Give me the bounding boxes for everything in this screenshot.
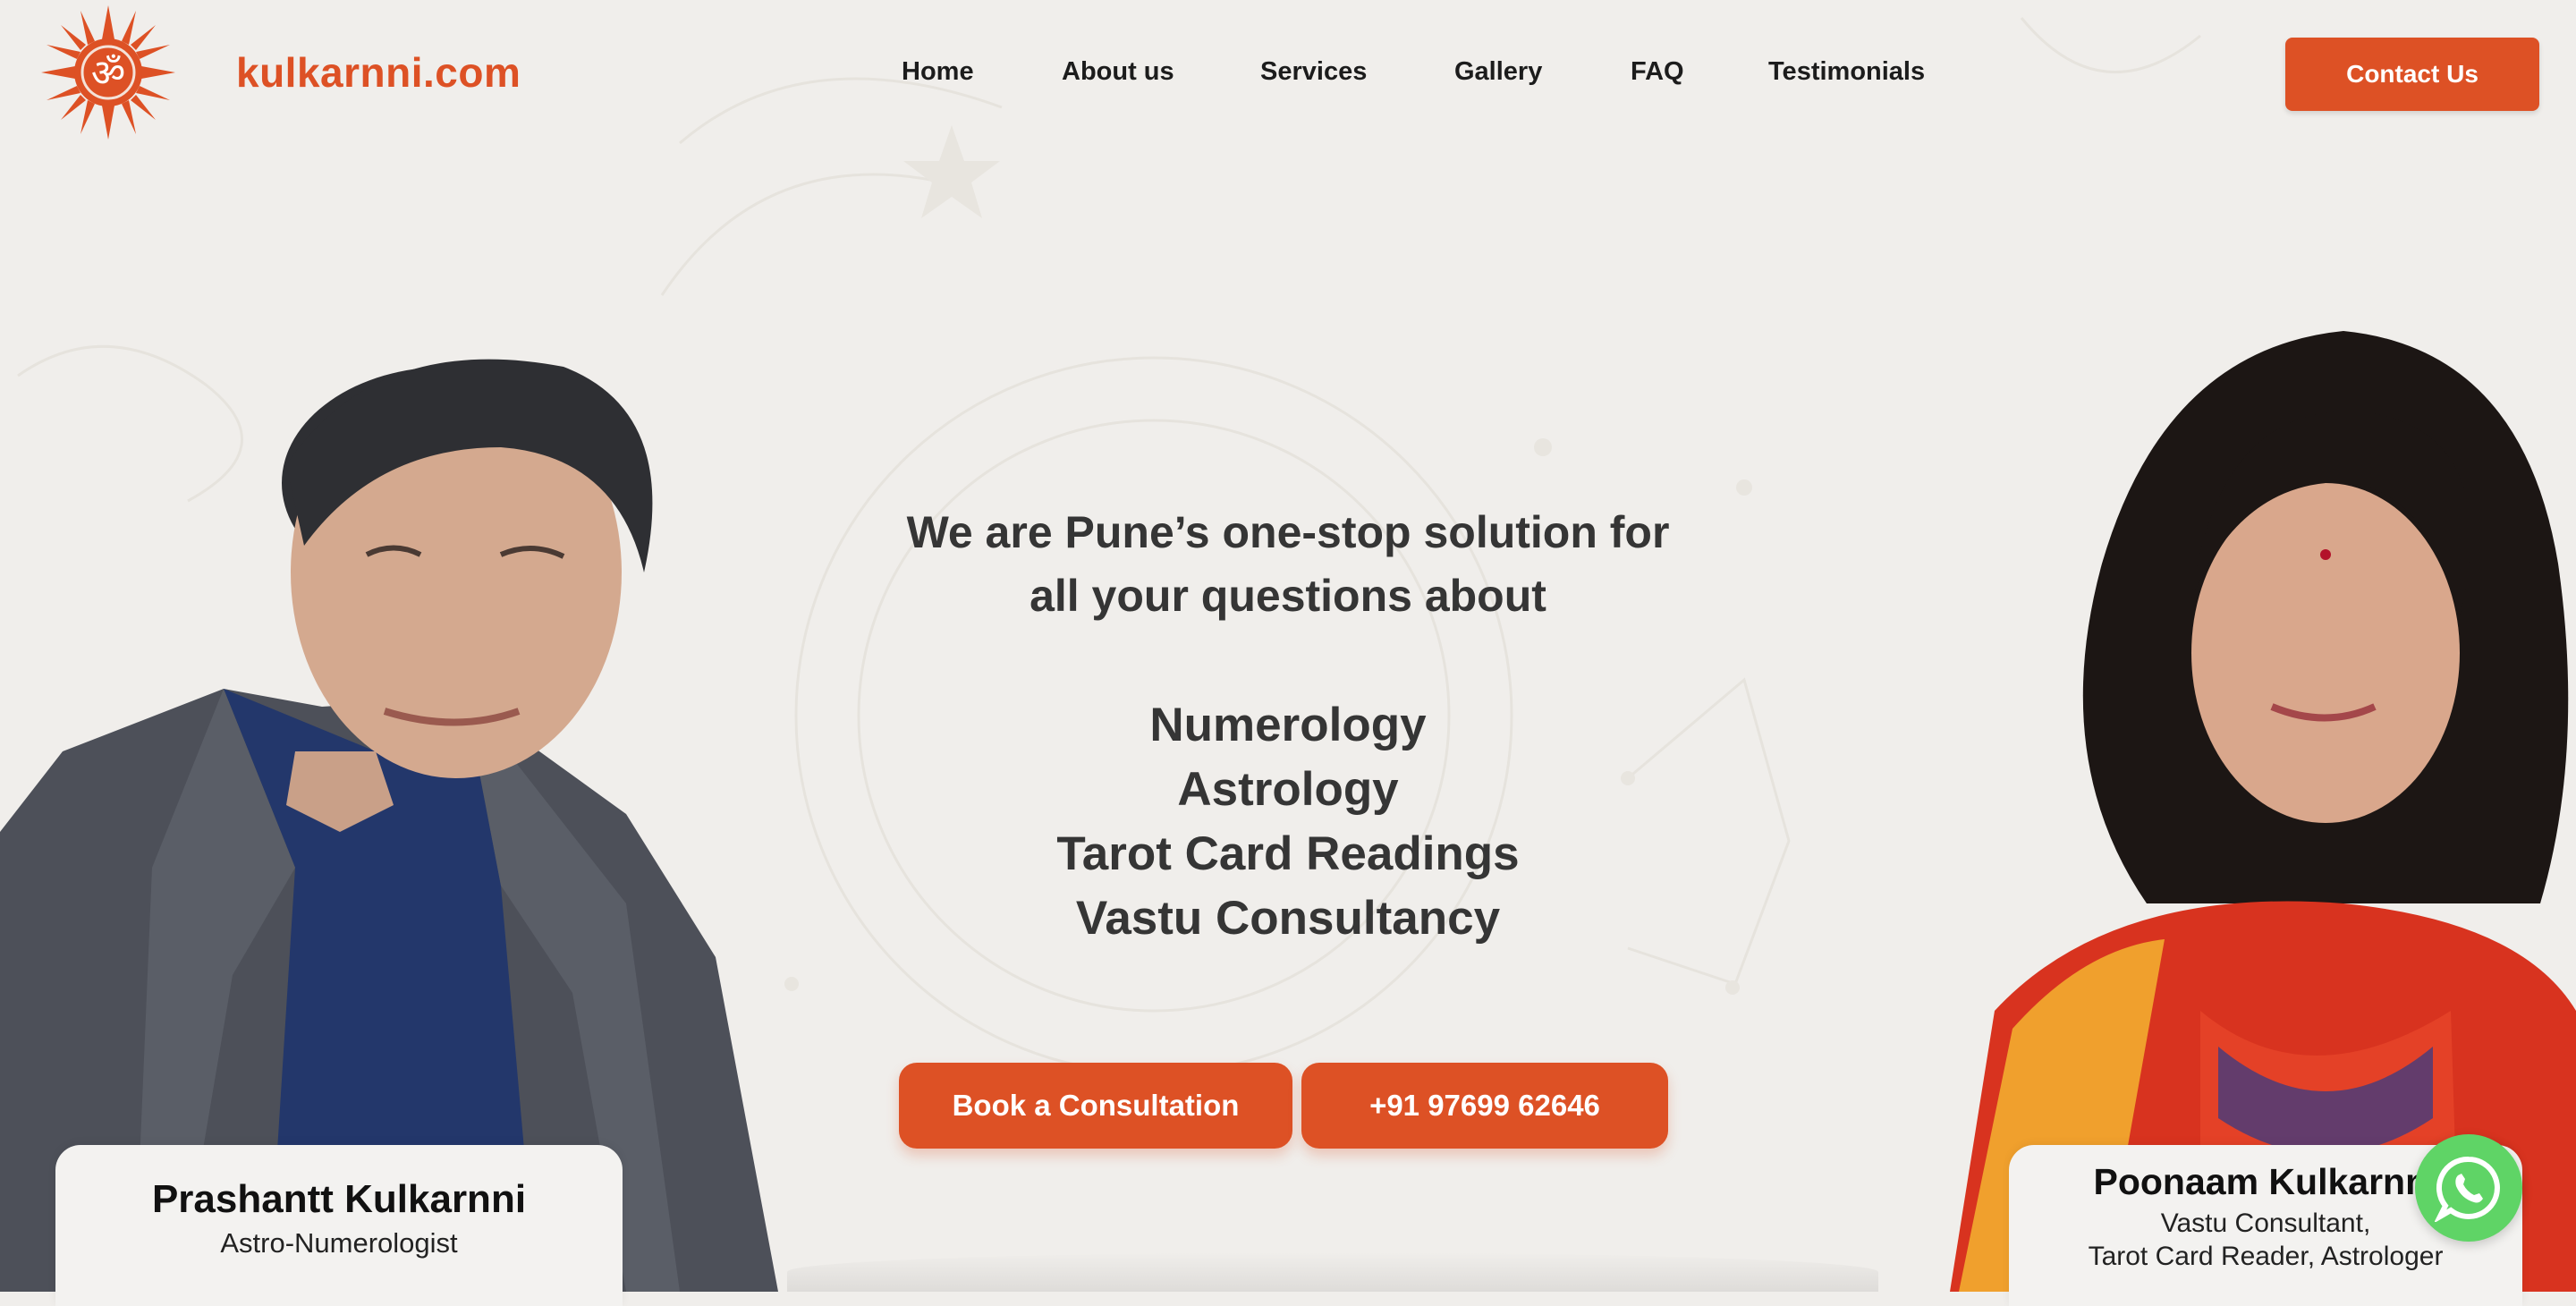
service-astrology: Astrology — [1177, 763, 1399, 816]
book-consultation-button[interactable]: Book a Consultation — [899, 1063, 1292, 1149]
nav-home[interactable]: Home — [902, 57, 974, 87]
person-role-line-2: Tarot Card Reader, Astrologer — [2088, 1242, 2444, 1271]
contact-us-button[interactable]: Contact Us — [2285, 38, 2539, 111]
nav-gallery[interactable]: Gallery — [1454, 57, 1542, 87]
nav-testimonials[interactable]: Testimonials — [1768, 57, 1925, 87]
person-role: Astro-Numerologist — [220, 1227, 458, 1259]
scroll-shadow — [787, 1252, 1878, 1292]
phone-button[interactable]: +91 97699 62646 — [1301, 1063, 1668, 1149]
main-nav: Home About us Services Gallery FAQ Testi… — [0, 57, 2576, 93]
service-vastu: Vastu Consultancy — [1075, 892, 1501, 945]
service-numerology: Numerology — [1149, 699, 1427, 751]
hero-intro: We are Pune’s one-stop solution for all … — [841, 501, 1735, 628]
hero-intro-line-1: We are Pune’s one-stop solution for — [906, 507, 1670, 557]
nav-about-us[interactable]: About us — [1062, 57, 1174, 87]
person-name: Prashantt Kulkarnni — [151, 1177, 527, 1221]
hero-intro-line-2: all your questions about — [1030, 571, 1546, 621]
nav-faq[interactable]: FAQ — [1631, 57, 1684, 87]
whatsapp-button[interactable] — [2415, 1134, 2522, 1242]
service-list: Numerology Astrology Tarot Card Readings… — [841, 693, 1735, 951]
whatsapp-icon — [2435, 1156, 2500, 1222]
name-card-prashantt: Prashantt Kulkarnni Astro-Numerologist — [55, 1145, 623, 1306]
service-tarot: Tarot Card Readings — [1056, 827, 1520, 880]
nav-services[interactable]: Services — [1260, 57, 1367, 87]
